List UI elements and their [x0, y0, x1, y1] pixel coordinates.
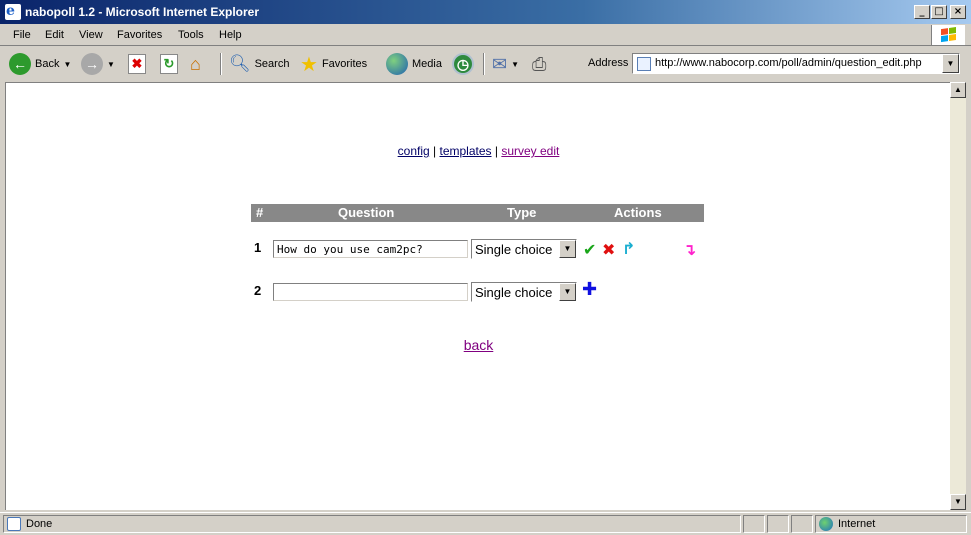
stop-icon: ✖ — [128, 54, 146, 74]
back-label: Back — [35, 58, 60, 70]
history-button[interactable]: ◷ — [452, 52, 474, 76]
forward-button[interactable]: → ▼ — [81, 52, 115, 76]
admin-nav: config | templates | survey edit — [6, 144, 951, 158]
home-button[interactable]: ⌂ — [190, 52, 212, 76]
back-arrow-icon: ← — [9, 53, 31, 75]
standard-toolbar: ← Back ▼ → ▼ ✖ ↻ ⌂ 🔍︎ Search ★ Favorites… — [0, 47, 580, 81]
delete-icon[interactable]: ✖ — [602, 240, 615, 259]
refresh-button[interactable]: ↻ — [160, 52, 178, 76]
internet-globe-icon — [819, 517, 833, 531]
question-number: 1 — [254, 240, 262, 255]
address-label: Address — [588, 57, 629, 69]
title-bar: e nabopoll 1.2 - Microsoft Internet Expl… — [0, 0, 971, 24]
question-number: 2 — [254, 283, 262, 298]
nav-templates-link[interactable]: templates — [439, 144, 491, 158]
nav-separator: | — [433, 144, 437, 158]
media-button[interactable]: Media — [386, 52, 442, 76]
menu-bar: File Edit View Favorites Tools Help — [0, 24, 971, 46]
search-button[interactable]: 🔍︎ Search — [229, 52, 289, 76]
status-bar: Done Internet — [0, 512, 971, 535]
status-panel — [791, 515, 813, 533]
media-label: Media — [412, 58, 442, 70]
window-title: nabopoll 1.2 - Microsoft Internet Explor… — [25, 5, 260, 19]
header-question: Question — [338, 205, 395, 220]
scroll-down-icon[interactable]: ▼ — [950, 494, 966, 510]
zone-text: Internet — [838, 518, 876, 530]
nav-config-link[interactable]: config — [398, 144, 430, 158]
page-done-icon — [7, 517, 21, 531]
security-zone-panel: Internet — [815, 515, 967, 533]
forward-arrow-icon: → — [81, 53, 103, 75]
favorites-button[interactable]: ★ Favorites — [300, 52, 367, 76]
address-dropdown-icon[interactable]: ▼ — [942, 54, 959, 73]
status-text: Done — [26, 518, 53, 530]
back-dropdown-icon[interactable]: ▼ — [63, 60, 71, 69]
nav-survey-edit-link[interactable]: survey edit — [501, 144, 559, 158]
favorites-label: Favorites — [321, 58, 368, 70]
type-select[interactable]: Single choice ▼ — [471, 239, 577, 259]
mail-dropdown-icon[interactable]: ▼ — [511, 60, 519, 69]
menu-file[interactable]: File — [13, 29, 31, 41]
status-panel — [743, 515, 765, 533]
history-clock-icon: ◷ — [452, 53, 474, 75]
mail-envelope-icon: ✉ — [492, 53, 508, 74]
toolbar-separator — [483, 53, 485, 75]
menu-tools[interactable]: Tools — [178, 29, 204, 41]
move-down-icon[interactable]: ↴ — [683, 240, 696, 259]
printer-icon: ⎙ — [532, 53, 547, 74]
windows-logo-icon — [931, 25, 965, 45]
back-button[interactable]: ← Back ▼ — [9, 52, 71, 76]
media-globe-icon — [386, 53, 408, 75]
favorites-star-icon: ★ — [300, 53, 318, 76]
toolbar-separator — [220, 53, 222, 75]
question-table: # Question Type Actions 1 Single choice … — [251, 204, 704, 322]
mail-button[interactable]: ✉ ▼ — [492, 52, 519, 76]
scroll-up-icon[interactable]: ▲ — [950, 82, 966, 98]
table-row: 1 Single choice ▼ ✔ ✖ ↱ ↴ — [251, 236, 704, 279]
header-num: # — [256, 205, 264, 220]
add-icon[interactable]: ✚ — [582, 279, 597, 300]
page-viewport: config | templates | survey edit # Quest… — [5, 82, 950, 510]
table-header: # Question Type Actions — [251, 204, 704, 222]
menu-help[interactable]: Help — [219, 29, 242, 41]
move-right-icon[interactable]: ↱ — [622, 239, 635, 258]
question-input[interactable] — [273, 240, 468, 258]
new-question-input[interactable] — [273, 283, 468, 301]
minimize-button[interactable]: _ — [914, 5, 930, 19]
vertical-scrollbar[interactable]: ▲ ▼ — [950, 82, 966, 510]
search-icon: 🔍︎ — [229, 54, 251, 73]
ie-logo-icon: e — [5, 3, 21, 20]
back-link-container: back — [6, 337, 951, 353]
menu-view[interactable]: View — [79, 29, 103, 41]
menu-favorites[interactable]: Favorites — [117, 29, 162, 41]
nav-separator: | — [494, 144, 498, 158]
search-label: Search — [254, 58, 290, 70]
select-arrow-icon[interactable]: ▼ — [559, 240, 576, 258]
maximize-button[interactable]: □ — [931, 5, 947, 19]
table-row: 2 Single choice ▼ ✚ — [251, 279, 704, 322]
header-type: Type — [507, 205, 537, 220]
accept-icon[interactable]: ✔ — [583, 240, 596, 259]
type-select-value: Single choice — [475, 285, 553, 300]
header-actions: Actions — [614, 205, 662, 220]
status-text-panel: Done — [3, 515, 741, 533]
status-panel — [767, 515, 789, 533]
forward-dropdown-icon[interactable]: ▼ — [107, 60, 115, 69]
address-bar[interactable]: http://www.nabocorp.com/poll/admin/quest… — [632, 53, 960, 74]
back-link[interactable]: back — [464, 337, 494, 353]
type-select-value: Single choice — [475, 242, 553, 257]
page-icon — [637, 57, 651, 71]
close-button[interactable]: × — [950, 5, 966, 19]
menu-edit[interactable]: Edit — [45, 29, 64, 41]
select-arrow-icon[interactable]: ▼ — [559, 283, 576, 301]
home-icon: ⌂ — [190, 54, 201, 74]
address-url[interactable]: http://www.nabocorp.com/poll/admin/quest… — [655, 57, 922, 69]
stop-button[interactable]: ✖ — [128, 52, 146, 76]
refresh-icon: ↻ — [160, 54, 178, 74]
type-select[interactable]: Single choice ▼ — [471, 282, 577, 302]
print-button[interactable]: ⎙ — [532, 52, 546, 76]
